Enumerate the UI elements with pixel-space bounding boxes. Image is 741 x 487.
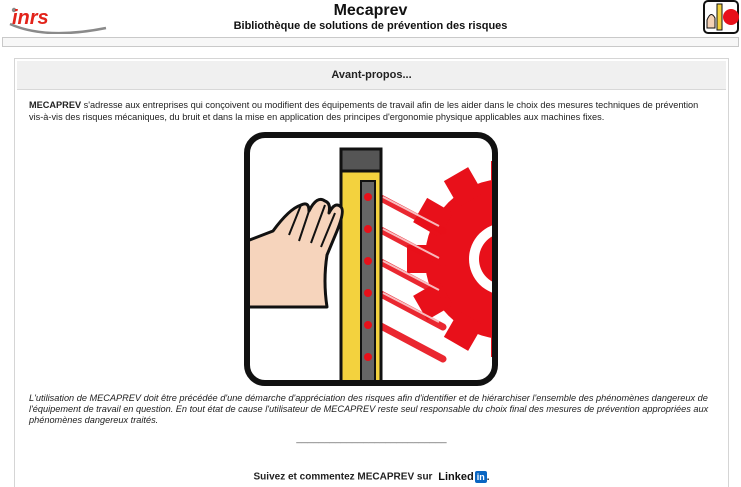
disclaimer-text: L'utilisation de MECAPREV doit être préc… [29,393,709,425]
intro-bold: MECAPREV [29,100,82,110]
linkedin-in-icon: in [474,471,487,483]
linkedin-logo[interactable]: Linked in. [438,471,489,483]
follow-text: Suivez et commentez MECAPREV sur [253,471,433,483]
barrier-post [339,147,383,383]
light-curtain-pictogram [244,132,498,386]
section-title: Avant-propos... [17,61,726,90]
page-title: Mecaprev [333,2,408,19]
header: inrs Mecaprev Bibliothèque de solutions … [0,0,741,36]
main-panel: Avant-propos... MECAPREV s'adresse aux e… [14,58,729,487]
follow-line: Suivez et commentez MECAPREV sur Linked i… [15,471,728,483]
separator-line: ___________________________ [296,433,447,444]
follow-suffix: . [486,472,490,483]
intro-paragraph: MECAPREV s'adresse aux entreprises qui c… [29,99,715,123]
top-bar [2,37,739,47]
intro-text: s'adresse aux entreprises qui conçoivent… [29,100,699,122]
linkedin-word: Linked [438,471,474,483]
page-subtitle: Bibliothèque de solutions de prévention … [233,20,508,32]
mecaprev-corner-icon[interactable] [703,0,739,34]
